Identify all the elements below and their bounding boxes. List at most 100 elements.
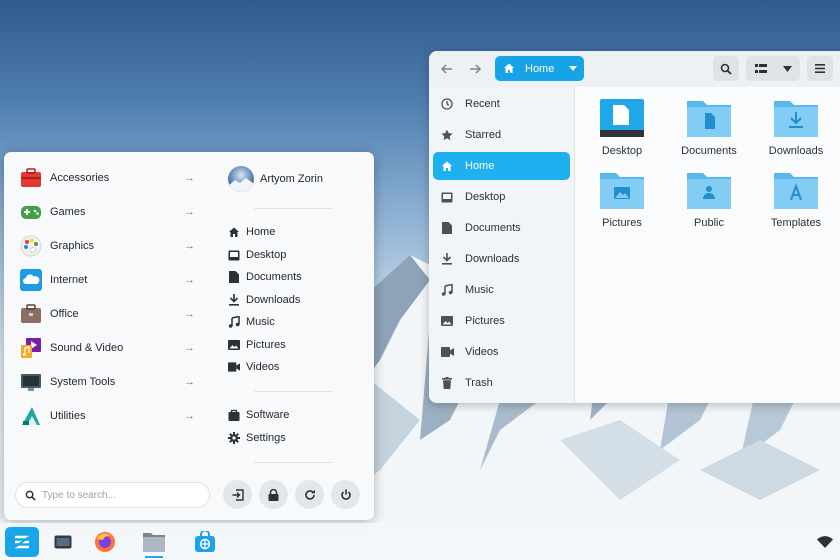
documents-folder-icon: [687, 101, 731, 137]
divider: [254, 391, 332, 392]
folder-item[interactable]: Templates: [753, 169, 839, 235]
gamepad-icon: [21, 206, 41, 219]
active-indicator: [145, 556, 163, 558]
place-desktop[interactable]: Desktop: [228, 245, 286, 265]
download-icon: [440, 252, 454, 266]
forward-button[interactable]: [463, 57, 487, 81]
place-label: Downloads: [246, 294, 301, 306]
power-button[interactable]: [331, 480, 360, 509]
folder-name: Documents: [681, 145, 737, 157]
software-store-button[interactable]: [188, 526, 222, 558]
sidebar-item-pictures[interactable]: Pictures: [433, 307, 570, 335]
gear-icon: [228, 432, 240, 444]
media-icon: [21, 338, 41, 358]
arrow-right-icon: →: [184, 274, 195, 286]
zorin-menu-button[interactable]: [4, 526, 40, 558]
lock-button[interactable]: [259, 480, 288, 509]
sidebar-item-documents[interactable]: Documents: [433, 214, 570, 242]
desktop: Home Recent Starred Home Desktop Documen…: [0, 0, 840, 560]
place-downloads[interactable]: Downloads: [228, 290, 300, 310]
desktop-icon: [440, 190, 454, 204]
folder-name: Pictures: [602, 217, 642, 229]
sidebar-item-desktop[interactable]: Desktop: [433, 183, 570, 211]
place-videos[interactable]: Videos: [228, 357, 279, 377]
folder-name: Public: [694, 217, 724, 229]
folder-item[interactable]: Public: [666, 169, 752, 235]
sidebar-item-trash[interactable]: Trash: [433, 369, 570, 397]
category-system-tools[interactable]: System Tools →: [20, 368, 200, 396]
folder-item[interactable]: Desktop: [579, 97, 665, 163]
path-home-button[interactable]: Home: [495, 56, 584, 81]
arrow-right-icon: [470, 64, 482, 74]
search-input[interactable]: [42, 489, 192, 501]
place-documents[interactable]: Documents: [228, 267, 302, 287]
category-graphics[interactable]: Graphics →: [20, 232, 200, 260]
sidebar-item-label: Recent: [465, 98, 500, 110]
user-profile[interactable]: Artyom Zorin: [228, 166, 323, 192]
restart-button[interactable]: [295, 480, 324, 509]
category-label: Utilities: [50, 410, 86, 422]
sidebar-item-label: Documents: [465, 222, 521, 234]
folder-item[interactable]: Downloads: [753, 97, 839, 163]
taskbar: [0, 523, 840, 560]
logout-button[interactable]: [223, 480, 252, 509]
software-store-icon: [195, 531, 215, 552]
hamburger-icon: [815, 64, 825, 73]
place-label: Videos: [246, 361, 280, 373]
search-button[interactable]: [713, 56, 739, 81]
path-label: Home: [525, 62, 555, 75]
system-settings[interactable]: Settings: [228, 428, 286, 448]
sidebar-item-music[interactable]: Music: [433, 276, 570, 304]
sidebar-item-label: Trash: [465, 377, 493, 389]
toolbox-icon: [21, 168, 41, 187]
firefox-button[interactable]: [88, 526, 122, 558]
category-utilities[interactable]: Utilities →: [20, 402, 200, 430]
folder-item[interactable]: Pictures: [579, 169, 665, 235]
music-icon: [228, 316, 240, 328]
chevron-down-icon: [782, 65, 792, 72]
place-music[interactable]: Music: [228, 312, 275, 332]
place-pictures[interactable]: Pictures: [228, 335, 286, 355]
menu-button[interactable]: [807, 56, 833, 81]
folder-name: Downloads: [768, 145, 824, 157]
pictures-folder-icon: [600, 173, 644, 209]
sidebar-item-label: Music: [465, 284, 494, 296]
back-button[interactable]: [435, 57, 459, 81]
file-manager-sidebar: Recent Starred Home Desktop Documents Do…: [429, 87, 575, 403]
files-button[interactable]: [137, 526, 171, 558]
sidebar-item-label: Downloads: [465, 253, 520, 265]
search-icon: [720, 63, 732, 75]
sidebar-item-recent[interactable]: Recent: [433, 90, 570, 118]
video-icon: [228, 361, 240, 373]
sidebar-item-starred[interactable]: Starred: [433, 121, 570, 149]
category-label: Office: [50, 308, 79, 320]
wifi-status[interactable]: [812, 526, 838, 558]
category-accessories[interactable]: Accessories →: [20, 164, 200, 192]
folder-item[interactable]: Documents: [666, 97, 752, 163]
place-home[interactable]: Home: [228, 222, 275, 242]
arrow-right-icon: →: [184, 308, 195, 320]
category-label: Sound & Video: [50, 342, 124, 354]
show-desktop-button[interactable]: [46, 526, 80, 558]
system-software[interactable]: Software: [228, 405, 289, 425]
place-label: Pictures: [246, 339, 286, 351]
folder-name: Desktop: [601, 145, 643, 157]
divider: [254, 208, 332, 209]
sidebar-item-videos[interactable]: Videos: [433, 338, 570, 366]
sidebar-item-home[interactable]: Home: [433, 152, 570, 180]
arrow-right-icon: →: [184, 410, 195, 422]
desktop-icon: [228, 249, 240, 261]
category-label: Accessories: [50, 172, 110, 184]
arrow-right-icon: →: [184, 342, 195, 354]
category-games[interactable]: Games →: [20, 198, 200, 226]
category-sound-video[interactable]: Sound & Video →: [20, 334, 200, 362]
sidebar-item-downloads[interactable]: Downloads: [433, 245, 570, 273]
view-mode-button[interactable]: [746, 56, 800, 81]
category-office[interactable]: Office →: [20, 300, 200, 328]
category-label: Games: [50, 206, 86, 218]
zorin-menu-icon: [5, 527, 39, 557]
file-manager-header: Home: [429, 51, 840, 87]
category-internet[interactable]: Internet →: [20, 266, 200, 294]
user-name: Artyom Zorin: [260, 173, 323, 185]
search-box[interactable]: [15, 482, 210, 508]
